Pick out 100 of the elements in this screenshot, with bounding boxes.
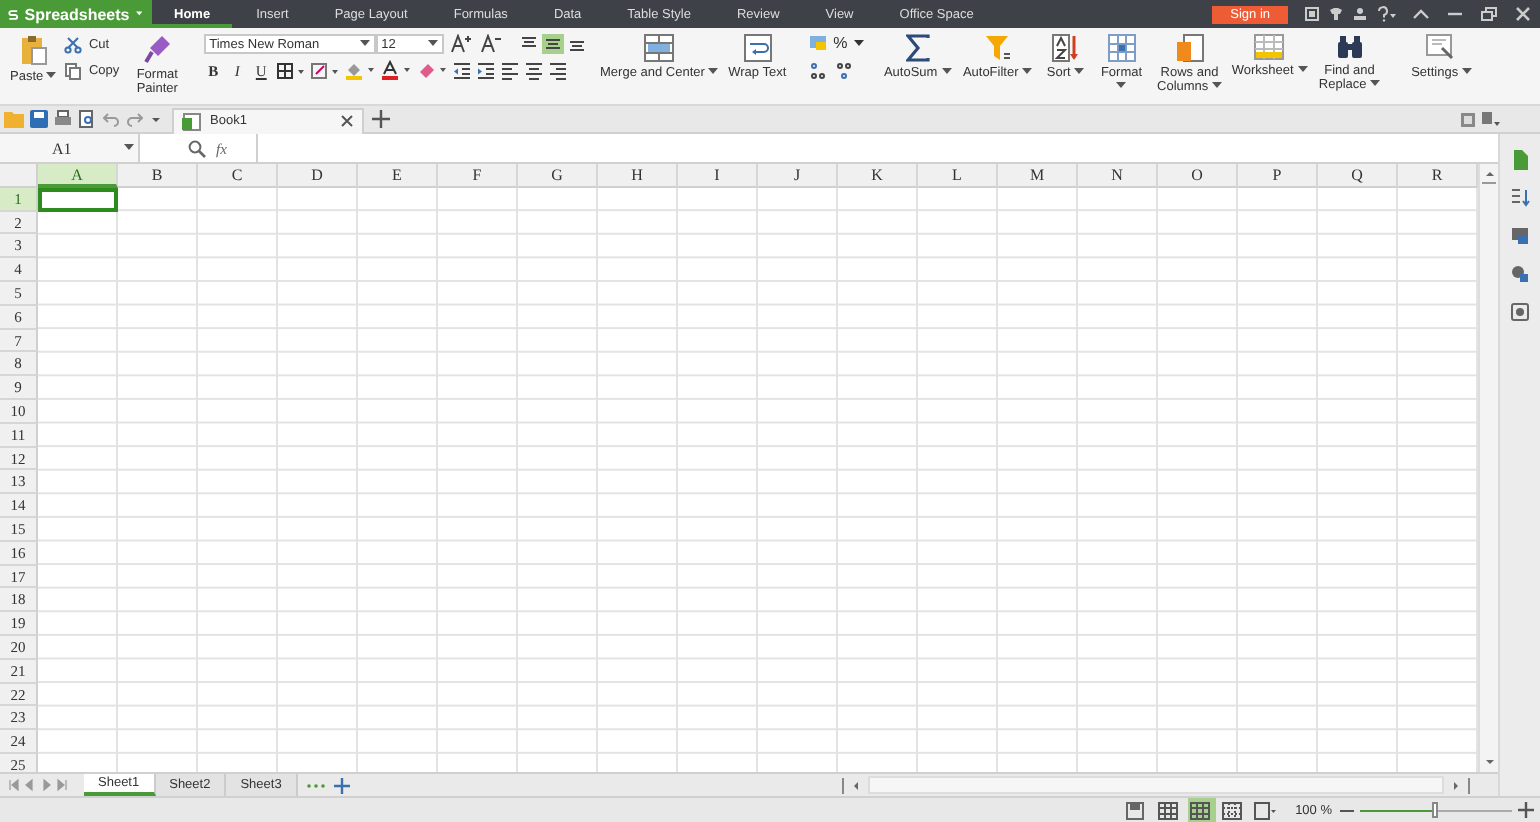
increase-indent-icon[interactable]: [475, 61, 496, 79]
save-status-icon[interactable]: [1125, 801, 1144, 819]
grow-font-icon[interactable]: [449, 34, 474, 54]
view-button[interactable]: [1187, 798, 1216, 822]
restore-icon[interactable]: [1480, 6, 1498, 22]
column-header[interactable]: M: [998, 164, 1078, 188]
decrease-decimal-icon[interactable]: [833, 62, 854, 80]
column-header[interactable]: O: [1158, 164, 1238, 188]
column-header[interactable]: G: [518, 164, 598, 188]
caret-icon: [135, 10, 142, 18]
borders-icon[interactable]: [275, 61, 306, 79]
merge-cells-icon: [644, 34, 675, 62]
help-icon[interactable]: [1376, 6, 1396, 22]
column-header[interactable]: L: [918, 164, 998, 188]
binoculars-icon: [1335, 34, 1364, 60]
scroll-down-icon[interactable]: [1481, 756, 1497, 768]
caret-icon: [46, 72, 57, 81]
print-preview-icon[interactable]: [78, 110, 96, 128]
column-header[interactable]: N: [1078, 164, 1158, 188]
align-icon[interactable]: [541, 34, 564, 54]
print-icon[interactable]: [54, 110, 72, 128]
shrink-font-icon[interactable]: [479, 34, 504, 54]
shirt-icon[interactable]: [1328, 6, 1344, 22]
caret-icon: [124, 144, 134, 152]
percent-button[interactable]: %: [833, 34, 848, 52]
rows-columns-icon: [1175, 34, 1204, 62]
slider-thumb[interactable]: [1432, 801, 1438, 817]
sigma-icon: [905, 34, 930, 62]
caret-icon: [941, 68, 952, 77]
column-header[interactable]: A: [38, 164, 118, 188]
grid-view-icon: [1190, 801, 1213, 819]
view-button[interactable]: [1251, 798, 1280, 822]
column-header[interactable]: K: [838, 164, 918, 188]
layout-icon[interactable]: [1482, 111, 1500, 127]
caret-icon: [1074, 68, 1085, 77]
column-header[interactable]: C: [198, 164, 278, 188]
column-header[interactable]: R: [1398, 164, 1478, 188]
active-cell[interactable]: [38, 187, 118, 212]
shapes-icon[interactable]: [1510, 264, 1530, 284]
logo-icon: [8, 5, 19, 23]
column-header[interactable]: D: [278, 164, 358, 188]
scissors-icon: [64, 36, 83, 54]
caret-icon: [1461, 68, 1472, 77]
scroll-left-icon[interactable]: [850, 777, 862, 793]
page-break-view-icon: [1222, 801, 1245, 819]
scrollbar-thumb[interactable]: [1482, 182, 1496, 190]
caret-icon: [708, 68, 719, 77]
scroll-right-icon[interactable]: [1450, 777, 1462, 793]
collapse-icon[interactable]: [1412, 6, 1430, 22]
column-header[interactable]: H: [598, 164, 678, 188]
caret-icon: [1297, 66, 1308, 75]
add-sheet-icon[interactable]: [333, 777, 350, 793]
close-icon[interactable]: [340, 114, 354, 128]
sort-icon[interactable]: [1510, 188, 1530, 208]
column-header[interactable]: E: [358, 164, 438, 188]
style-icon[interactable]: [1510, 226, 1530, 246]
column-header[interactable]: J: [758, 164, 838, 188]
backup-icon[interactable]: [1510, 302, 1530, 322]
zoom-in-icon[interactable]: [1518, 802, 1534, 818]
view-button[interactable]: [1219, 798, 1248, 822]
column-header[interactable]: P: [1238, 164, 1318, 188]
align-right-icon[interactable]: [547, 61, 568, 79]
caret-icon[interactable]: [853, 39, 864, 47]
zoom-icon[interactable]: [188, 139, 206, 157]
caret-icon: [1370, 80, 1381, 89]
column-header[interactable]: F: [438, 164, 518, 188]
save-icon[interactable]: [30, 110, 48, 128]
name-box[interactable]: A1: [0, 134, 140, 162]
column-header[interactable]: I: [678, 164, 758, 188]
increase-decimal-icon[interactable]: [807, 62, 828, 80]
add-icon[interactable]: [372, 110, 390, 128]
settings-icon: [1426, 34, 1457, 62]
column-header[interactable]: Q: [1318, 164, 1398, 188]
column-header[interactable]: B: [118, 164, 198, 188]
table-icon: [1107, 34, 1136, 62]
layout-view-icon: [1254, 801, 1277, 819]
wrap-text-icon: [743, 34, 772, 62]
decrease-indent-icon[interactable]: [451, 61, 472, 79]
more-icon[interactable]: [305, 779, 326, 791]
user-icon[interactable]: [1352, 6, 1368, 22]
cell-style-icon[interactable]: [309, 61, 340, 79]
skin-icon[interactable]: [1304, 6, 1320, 22]
window-icon[interactable]: [1460, 111, 1476, 127]
copy-icon: [64, 62, 83, 80]
align-left-icon[interactable]: [499, 61, 520, 79]
new-document-icon[interactable]: [1510, 150, 1530, 170]
paintbrush-icon: [143, 34, 172, 64]
font-color-icon[interactable]: [379, 60, 412, 80]
normal-view-icon: [1158, 801, 1181, 819]
fill-color-icon[interactable]: [343, 60, 376, 80]
caret-icon: [427, 40, 438, 48]
funnel-icon: [983, 34, 1012, 62]
scroll-up-icon[interactable]: [1481, 168, 1497, 180]
caret-icon: [1211, 82, 1222, 91]
worksheet-icon: [1254, 34, 1285, 60]
caret-icon: [1116, 82, 1127, 91]
sort-icon: [1051, 34, 1080, 62]
view-button[interactable]: [1155, 798, 1184, 822]
clipboard-icon: [19, 34, 48, 66]
align-center-icon[interactable]: [523, 61, 544, 79]
